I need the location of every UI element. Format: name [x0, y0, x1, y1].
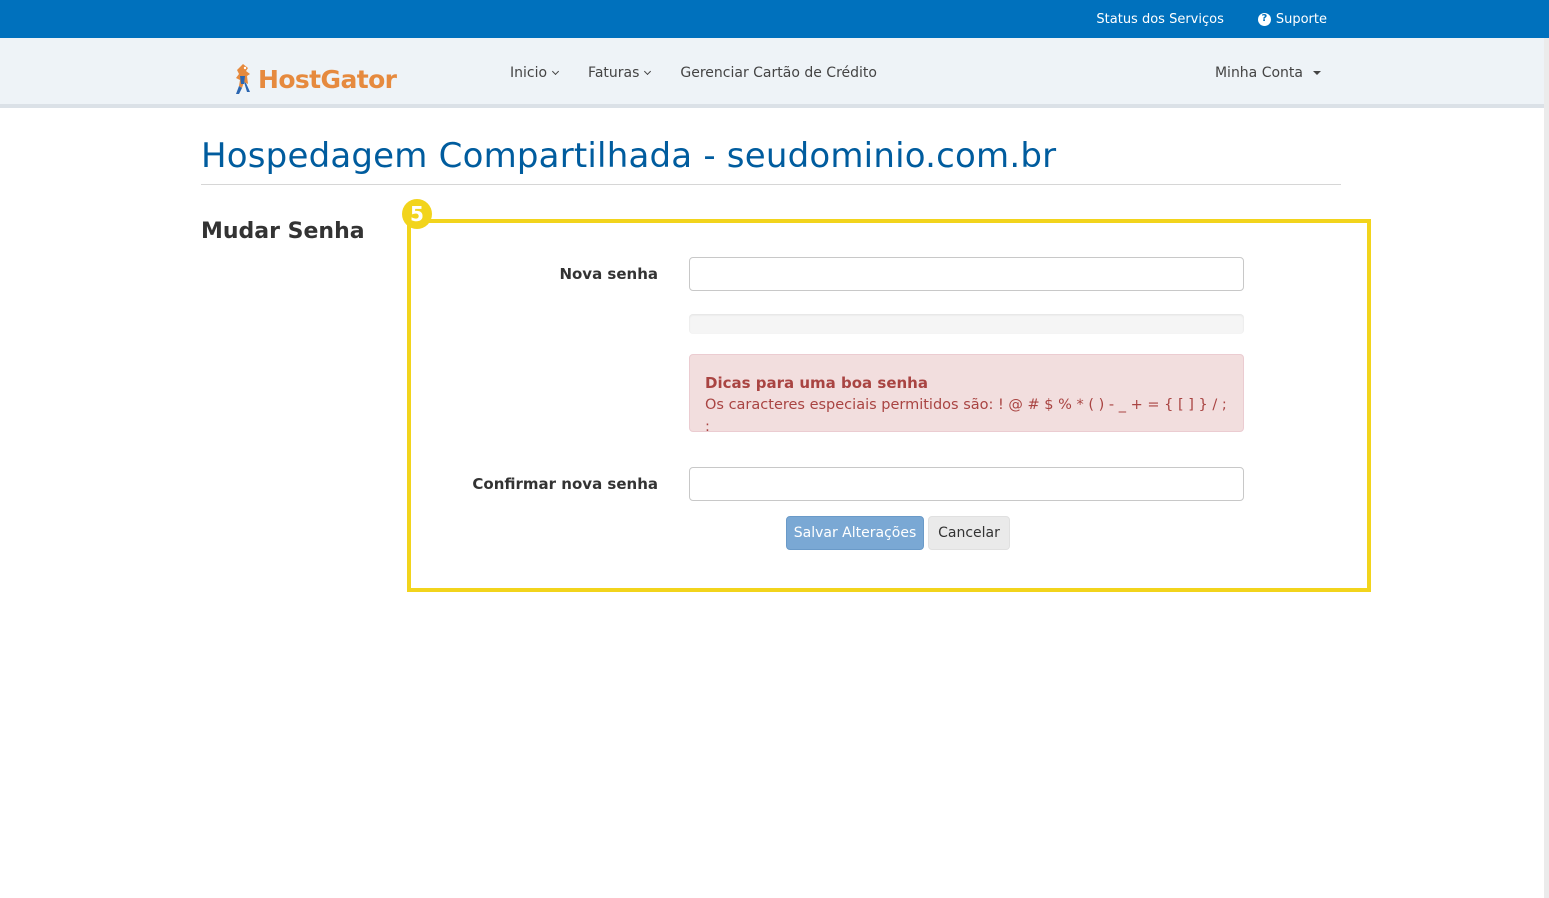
service-status-link[interactable]: Status dos Serviços	[1096, 12, 1223, 27]
page-title: Hospedagem Compartilhada - seudominio.co…	[201, 136, 1057, 176]
help-circle-icon: ?	[1257, 12, 1271, 26]
tips-title: Dicas para uma boa senha	[705, 374, 928, 392]
logo-text: HostGator	[258, 64, 397, 94]
title-divider	[201, 184, 1341, 185]
chevron-down-icon	[644, 67, 652, 76]
confirm-password-input[interactable]	[689, 467, 1244, 501]
nav-item-inicio[interactable]: Inicio	[510, 65, 560, 81]
nav-item-label: Inicio	[510, 65, 548, 81]
caret-down-icon	[1313, 71, 1321, 75]
top-utility-links: Status dos Serviços ? Suporte	[1096, 0, 1327, 38]
cancel-button[interactable]: Cancelar	[928, 516, 1010, 550]
new-password-input[interactable]	[689, 257, 1244, 291]
nav-menu: Inicio Faturas Gerenciar Cartão de Crédi…	[510, 38, 907, 108]
account-menu[interactable]: Minha Conta	[1215, 38, 1321, 108]
account-label: Minha Conta	[1214, 65, 1303, 81]
top-utility-bar: Status dos Serviços ? Suporte	[0, 0, 1549, 38]
password-tips-alert: Dicas para uma boa senha Os caracteres e…	[689, 354, 1244, 435]
gator-mascot-icon	[236, 64, 250, 94]
confirm-password-label: Confirmar nova senha	[472, 475, 658, 493]
nav-item-label: Gerenciar Cartão de Crédito	[680, 65, 877, 81]
tips-text: Os caracteres especiais permitidos são: …	[705, 397, 1227, 435]
hostgator-logo[interactable]: HostGator	[231, 62, 397, 96]
chevron-down-icon	[552, 67, 560, 76]
nav-item-faturas[interactable]: Faturas	[588, 65, 652, 81]
nav-item-label: Faturas	[588, 65, 640, 81]
support-label: Suporte	[1275, 11, 1327, 27]
service-status-label: Status dos Serviços	[1096, 11, 1224, 27]
support-link[interactable]: ? Suporte	[1257, 11, 1327, 27]
nav-item-gerenciar-cartao[interactable]: Gerenciar Cartão de Crédito	[680, 65, 877, 81]
new-password-label: Nova senha	[559, 265, 658, 283]
step-number-badge: 5	[402, 199, 432, 229]
scrollbar-track[interactable]	[1544, 38, 1549, 898]
password-strength-bar	[689, 314, 1244, 334]
main-navbar: HostGator Inicio Faturas Gerenciar Cartã…	[0, 38, 1549, 108]
save-changes-button[interactable]: Salvar Alterações	[786, 516, 924, 550]
section-heading: Mudar Senha	[201, 219, 365, 244]
